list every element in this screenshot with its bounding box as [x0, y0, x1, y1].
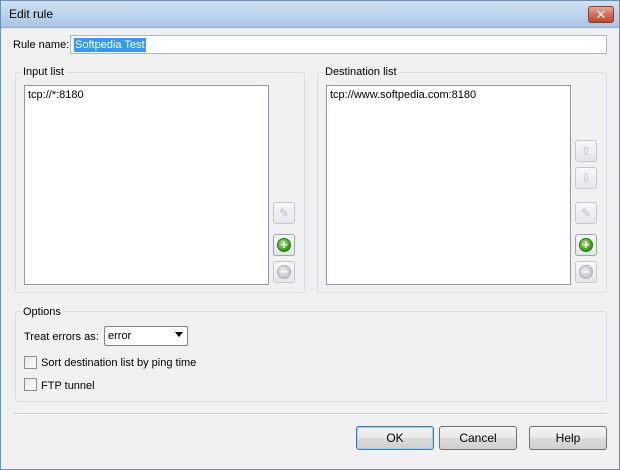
destination-listbox[interactable]: tcp://www.softpedia.com:8180 [326, 85, 571, 285]
sort-by-ping-label: Sort destination list by ping time [41, 357, 197, 369]
destination-edit-button[interactable]: ✎ [575, 202, 597, 224]
title-bar: Edit rule ✕ [1, 1, 619, 28]
arrow-up-icon: ⇧ [580, 144, 592, 158]
rule-name-input[interactable]: Softpedia Test [70, 35, 607, 54]
destination-add-button[interactable]: + [575, 234, 597, 256]
edit-rule-dialog: Edit rule ✕ Rule name: Softpedia Test In… [0, 0, 620, 470]
destination-list-title: Destination list [323, 66, 399, 78]
remove-icon: − [277, 265, 291, 279]
destination-remove-button[interactable]: − [575, 261, 597, 283]
treat-errors-value: error [108, 330, 132, 342]
ok-button[interactable]: OK [356, 426, 434, 450]
input-add-button[interactable]: + [273, 234, 295, 256]
input-remove-button[interactable]: − [273, 261, 295, 283]
remove-icon: − [579, 265, 593, 279]
add-icon: + [579, 238, 593, 252]
destination-list-item[interactable]: tcp://www.softpedia.com:8180 [330, 89, 476, 101]
help-button[interactable]: Help [529, 426, 607, 450]
arrow-down-icon: ⇩ [580, 171, 592, 185]
destination-move-down-button[interactable]: ⇩ [575, 167, 597, 189]
close-button[interactable]: ✕ [588, 6, 614, 23]
divider [13, 413, 607, 415]
close-icon: ✕ [595, 7, 607, 22]
ftp-tunnel-checkbox[interactable] [24, 378, 37, 391]
ftp-tunnel-label: FTP tunnel [41, 380, 95, 392]
edit-icon: ✎ [580, 206, 592, 220]
treat-errors-select[interactable]: error [104, 326, 188, 346]
edit-icon: ✎ [278, 206, 290, 220]
options-title: Options [21, 306, 63, 318]
sort-by-ping-checkbox[interactable] [24, 356, 37, 369]
window-title: Edit rule [9, 7, 54, 21]
cancel-button[interactable]: Cancel [439, 426, 517, 450]
rule-name-label: Rule name: [13, 39, 70, 51]
rule-name-value: Softpedia Test [74, 38, 146, 52]
treat-errors-label: Treat errors as: [24, 331, 99, 343]
input-list-title: Input list [21, 66, 66, 78]
destination-move-up-button[interactable]: ⇧ [575, 140, 597, 162]
add-icon: + [277, 238, 291, 252]
input-listbox[interactable]: tcp://*:8180 [24, 85, 269, 285]
input-list-item[interactable]: tcp://*:8180 [28, 89, 84, 101]
chevron-down-icon [175, 332, 183, 337]
input-edit-button[interactable]: ✎ [273, 202, 295, 224]
